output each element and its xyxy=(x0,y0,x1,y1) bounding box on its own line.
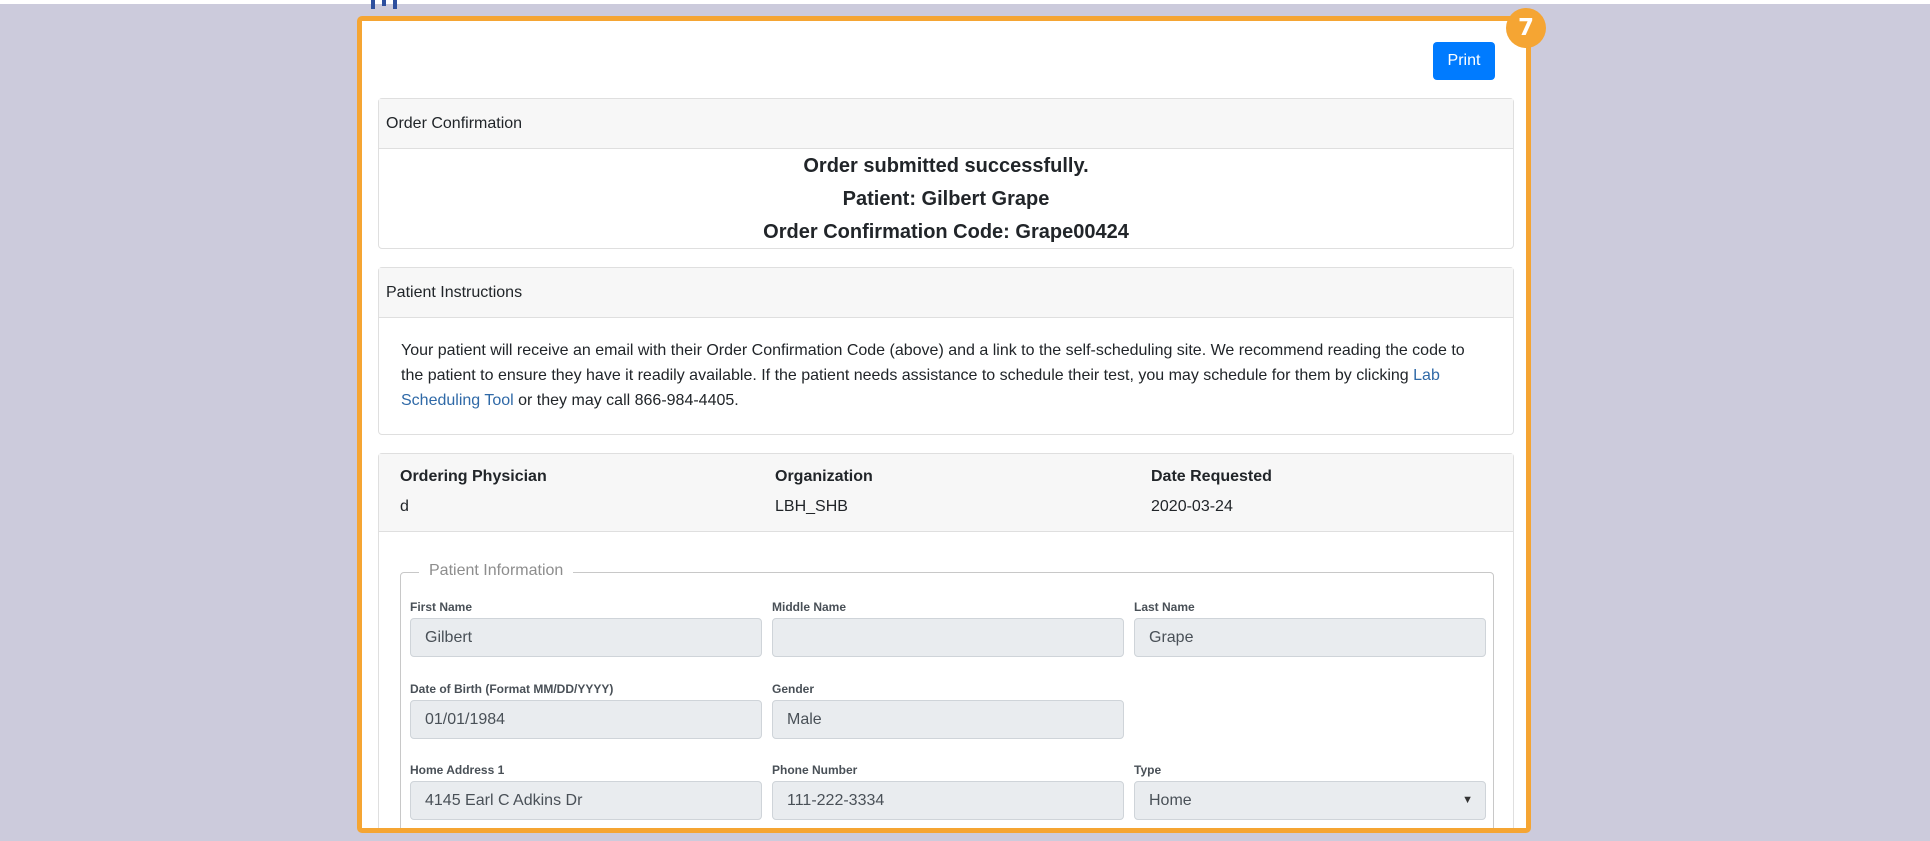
success-message: Order submitted successfully. xyxy=(803,155,1089,177)
last-name-label: Last Name xyxy=(1134,600,1195,614)
phone-type-value: Home xyxy=(1149,792,1192,809)
home-address-label: Home Address 1 xyxy=(410,763,505,777)
ordering-physician-value: d xyxy=(400,498,409,515)
instructions-text: Your patient will receive an email with … xyxy=(379,318,1513,413)
print-button[interactable]: Print xyxy=(1433,42,1495,80)
step-number-badge: 7 xyxy=(1506,8,1546,48)
patient-instructions-header: Patient Instructions xyxy=(379,268,1513,318)
patient-instructions-card: Patient Instructions Your patient will r… xyxy=(378,267,1514,435)
gender-field[interactable]: Male xyxy=(772,700,1124,739)
date-requested-value: 2020-03-24 xyxy=(1151,498,1233,515)
window-top-edge xyxy=(0,0,1930,4)
home-address-field[interactable]: 4145 Earl C Adkins Dr xyxy=(410,781,762,820)
dob-label: Date of Birth (Format MM/DD/YYYY) xyxy=(410,682,614,696)
order-confirmation-panel: Print Order Confirmation Order submitted… xyxy=(357,16,1531,833)
middle-name-field[interactable] xyxy=(772,618,1124,657)
organization-label: Organization xyxy=(775,468,873,485)
organization-value: LBH_SHB xyxy=(775,498,848,515)
ordering-physician-label: Ordering Physician xyxy=(400,468,547,485)
order-confirmation-card: Order Confirmation Order submitted succe… xyxy=(378,98,1514,249)
phone-number-label: Phone Number xyxy=(772,763,858,777)
first-name-field[interactable]: Gilbert xyxy=(410,618,762,657)
chevron-down-icon: ▼ xyxy=(1462,794,1473,806)
patient-name-line: Patient: Gilbert Grape xyxy=(842,188,1050,210)
dob-field[interactable]: 01/01/1984 xyxy=(410,700,762,739)
first-name-label: First Name xyxy=(410,600,473,614)
last-name-field[interactable]: Grape xyxy=(1134,618,1486,657)
order-confirmation-header: Order Confirmation xyxy=(379,99,1513,149)
logo-fragment xyxy=(371,0,397,9)
gender-label: Gender xyxy=(772,682,815,696)
order-info-header: Ordering Physician d Organization LBH_SH… xyxy=(379,454,1513,532)
patient-information-legend: Patient Information xyxy=(419,562,574,580)
instructions-text-part: Your patient will receive an email with … xyxy=(401,342,1465,384)
confirmation-code: Order Confirmation Code: Grape00424 xyxy=(763,221,1129,243)
patient-information-fieldset: Patient Information First Name Gilbert M… xyxy=(400,562,1494,828)
date-requested-label: Date Requested xyxy=(1151,468,1272,485)
instructions-text-part: or they may call 866-984-4405. xyxy=(513,392,739,409)
phone-number-field[interactable]: 111-222-3334 xyxy=(772,781,1124,820)
phone-type-label: Type xyxy=(1134,763,1162,777)
middle-name-label: Middle Name xyxy=(772,600,847,614)
phone-type-select[interactable]: Home ▼ xyxy=(1134,781,1486,820)
order-details-card: Ordering Physician d Organization LBH_SH… xyxy=(378,453,1514,828)
